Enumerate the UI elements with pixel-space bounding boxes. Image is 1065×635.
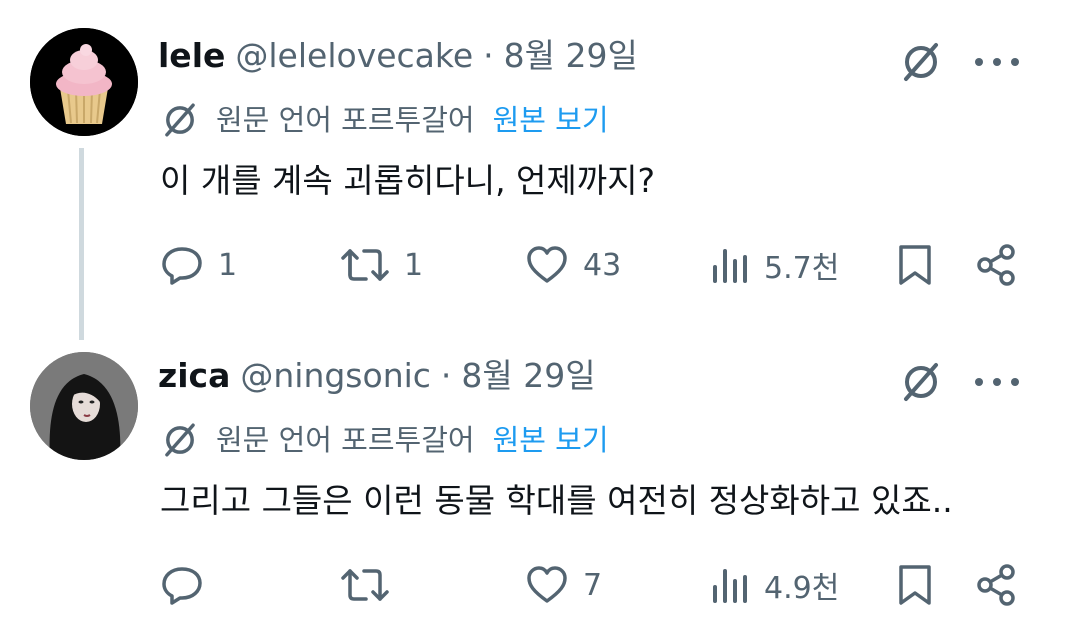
handle[interactable]: @lelelovecake xyxy=(235,36,473,76)
reply-icon xyxy=(162,567,202,605)
view-count: 4.9천 xyxy=(764,571,840,606)
reply-button[interactable]: 1 xyxy=(160,240,237,290)
view-count: 5.7천 xyxy=(764,251,840,286)
tweet-date[interactable]: 8월 29일 xyxy=(504,36,638,76)
reply-button[interactable] xyxy=(160,560,218,610)
like-icon xyxy=(527,246,567,283)
bookmark-icon xyxy=(899,565,931,605)
tweet-top-actions xyxy=(895,38,1019,86)
grok-icon[interactable] xyxy=(895,358,947,406)
thread-line xyxy=(79,148,84,340)
tweet-header: zica @ningsonic · 8월 29일 xyxy=(158,356,596,396)
bookmark-icon xyxy=(899,245,931,285)
retweet-count: 1 xyxy=(404,247,424,283)
retweet-icon xyxy=(341,249,389,281)
translation-note: 원문 언어 포르투갈어 원본 보기 xyxy=(160,420,609,460)
show-original-link[interactable]: 원본 보기 xyxy=(493,422,609,458)
grok-icon xyxy=(160,420,204,460)
like-button[interactable]: 7 xyxy=(525,560,602,610)
show-original-link[interactable]: 원본 보기 xyxy=(493,102,609,138)
action-bar: 7 4.9천 xyxy=(160,560,1030,610)
more-options-icon[interactable] xyxy=(975,358,1019,406)
bookmark-button[interactable] xyxy=(895,240,935,290)
handle[interactable]: @ningsonic xyxy=(240,356,431,396)
grok-icon xyxy=(160,100,204,140)
reply-count: 1 xyxy=(218,247,238,283)
share-button[interactable] xyxy=(975,560,1019,610)
person-avatar[interactable] xyxy=(30,352,138,460)
tweet-date[interactable]: 8월 29일 xyxy=(461,356,595,396)
retweet-icon xyxy=(341,569,389,601)
more-options-icon[interactable] xyxy=(975,38,1019,86)
action-bar: 1 1 43 5.7천 xyxy=(160,240,1030,290)
translation-note: 원문 언어 포르투갈어 원본 보기 xyxy=(160,100,609,140)
tweet-header: lele @lelelovecake · 8월 29일 xyxy=(158,36,638,76)
tweet[interactable]: lele @lelelovecake · 8월 29일 원문 언어 포르투갈어 … xyxy=(0,0,1065,340)
bookmark-button[interactable] xyxy=(895,560,935,610)
like-button[interactable]: 43 xyxy=(525,240,621,290)
views-button[interactable]: 5.7천 xyxy=(710,240,839,290)
translation-language: 원문 언어 포르투갈어 xyxy=(216,423,475,457)
translation-language: 원문 언어 포르투갈어 xyxy=(216,103,475,137)
grok-icon[interactable] xyxy=(895,38,947,86)
views-icon xyxy=(713,569,747,603)
views-icon xyxy=(713,249,747,283)
reply-icon xyxy=(162,247,202,285)
separator: · xyxy=(440,356,452,395)
display-name[interactable]: zica xyxy=(158,356,230,396)
like-count: 7 xyxy=(583,567,603,603)
tweet-text: 이 개를 계속 괴롭히다니, 언제까지? xyxy=(160,161,656,200)
share-icon xyxy=(977,564,1015,606)
retweet-button[interactable] xyxy=(340,560,404,610)
like-count: 43 xyxy=(583,247,622,283)
like-icon xyxy=(527,566,567,603)
share-button[interactable] xyxy=(975,240,1019,290)
tweet-text: 그리고 그들은 이런 동물 학대를 여전히 정상화하고 있죠.. xyxy=(160,481,953,520)
share-icon xyxy=(977,244,1015,286)
retweet-button[interactable]: 1 xyxy=(340,240,423,290)
separator: · xyxy=(483,36,494,75)
views-button[interactable]: 4.9천 xyxy=(710,560,839,610)
display-name[interactable]: lele xyxy=(158,36,225,76)
cupcake-avatar[interactable] xyxy=(30,28,138,136)
tweet-top-actions xyxy=(895,358,1019,406)
